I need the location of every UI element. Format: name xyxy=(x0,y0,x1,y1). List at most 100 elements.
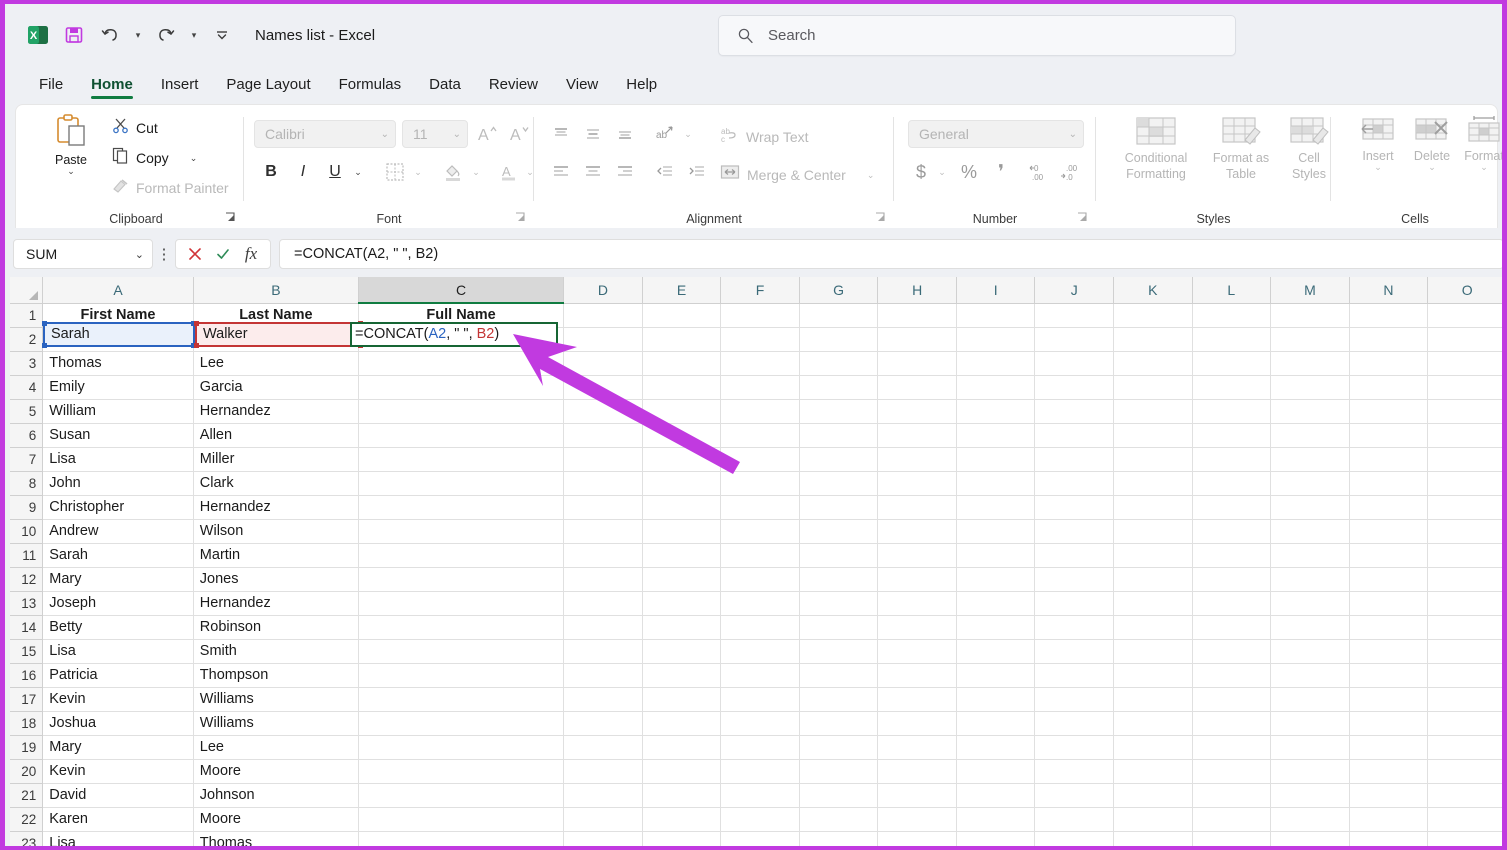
cell-g10[interactable] xyxy=(799,519,879,544)
cell-i22[interactable] xyxy=(956,807,1036,832)
cell-h11[interactable] xyxy=(877,543,957,568)
cell-o11[interactable] xyxy=(1427,543,1502,568)
cell-k1[interactable] xyxy=(1113,303,1193,328)
cell-j15[interactable] xyxy=(1034,639,1114,664)
cell-h20[interactable] xyxy=(877,759,957,784)
cell-o7[interactable] xyxy=(1427,447,1502,472)
cell-o16[interactable] xyxy=(1427,663,1502,688)
cell-f2[interactable] xyxy=(720,327,800,352)
cell-a21[interactable]: David xyxy=(42,783,194,808)
cell-o20[interactable] xyxy=(1427,759,1502,784)
cell-b21[interactable]: Johnson xyxy=(193,783,359,808)
cell-o12[interactable] xyxy=(1427,567,1502,592)
cell-d7[interactable] xyxy=(563,447,643,472)
cell-c13[interactable] xyxy=(358,591,565,616)
cell-i6[interactable] xyxy=(956,423,1036,448)
cell-a17[interactable]: Kevin xyxy=(42,687,194,712)
cell-a15[interactable]: Lisa xyxy=(42,639,194,664)
cell-h12[interactable] xyxy=(877,567,957,592)
cell-f11[interactable] xyxy=(720,543,800,568)
cell-e17[interactable] xyxy=(642,687,722,712)
cell-d5[interactable] xyxy=(563,399,643,424)
cell-j6[interactable] xyxy=(1034,423,1114,448)
cell-d6[interactable] xyxy=(563,423,643,448)
cell-c21[interactable] xyxy=(358,783,565,808)
cell-b11[interactable]: Martin xyxy=(193,543,359,568)
row-header-20[interactable]: 20 xyxy=(10,759,44,784)
cell-e21[interactable] xyxy=(642,783,722,808)
cell-i19[interactable] xyxy=(956,735,1036,760)
cell-n2[interactable] xyxy=(1349,327,1429,352)
cell-l23[interactable] xyxy=(1192,831,1272,846)
cell-d18[interactable] xyxy=(563,711,643,736)
cell-k14[interactable] xyxy=(1113,615,1193,640)
row-header-8[interactable]: 8 xyxy=(10,471,44,496)
cell-o10[interactable] xyxy=(1427,519,1502,544)
cell-c20[interactable] xyxy=(358,759,565,784)
cell-g19[interactable] xyxy=(799,735,879,760)
cell-l1[interactable] xyxy=(1192,303,1272,328)
cell-k20[interactable] xyxy=(1113,759,1193,784)
font-name-chevron-down-icon[interactable]: ⌄ xyxy=(381,129,389,140)
cell-j16[interactable] xyxy=(1034,663,1114,688)
row-header-12[interactable]: 12 xyxy=(10,567,44,592)
number-dialog-launcher[interactable] xyxy=(1076,211,1090,225)
cell-k18[interactable] xyxy=(1113,711,1193,736)
orientation-dropdown-icon[interactable]: ⌄ xyxy=(680,125,696,143)
tab-formulas[interactable]: Formulas xyxy=(327,72,414,99)
cell-a16[interactable]: Patricia xyxy=(42,663,194,688)
cell-l19[interactable] xyxy=(1192,735,1272,760)
cell-i17[interactable] xyxy=(956,687,1036,712)
row-header-3[interactable]: 3 xyxy=(10,351,44,376)
column-header-b[interactable]: B xyxy=(193,277,359,304)
cell-d4[interactable] xyxy=(563,375,643,400)
cell-n6[interactable] xyxy=(1349,423,1429,448)
cell-d16[interactable] xyxy=(563,663,643,688)
cell-m11[interactable] xyxy=(1270,543,1350,568)
currency-dropdown-icon[interactable]: ⌄ xyxy=(934,163,950,181)
cell-a10[interactable]: Andrew xyxy=(42,519,194,544)
row-header-2[interactable]: 2 xyxy=(10,327,44,352)
cell-n16[interactable] xyxy=(1349,663,1429,688)
row-header-1[interactable]: 1 xyxy=(10,303,44,328)
cell-e18[interactable] xyxy=(642,711,722,736)
cell-g8[interactable] xyxy=(799,471,879,496)
cell-k11[interactable] xyxy=(1113,543,1193,568)
row-header-16[interactable]: 16 xyxy=(10,663,44,688)
cell-i2[interactable] xyxy=(956,327,1036,352)
cell-b8[interactable]: Clark xyxy=(193,471,359,496)
cell-n5[interactable] xyxy=(1349,399,1429,424)
cell-g4[interactable] xyxy=(799,375,879,400)
cell-g16[interactable] xyxy=(799,663,879,688)
cell-c3[interactable] xyxy=(358,351,565,376)
cell-j2[interactable] xyxy=(1034,327,1114,352)
cell-i16[interactable] xyxy=(956,663,1036,688)
cell-a18[interactable]: Joshua xyxy=(42,711,194,736)
row-header-22[interactable]: 22 xyxy=(10,807,44,832)
cell-m6[interactable] xyxy=(1270,423,1350,448)
cell-d15[interactable] xyxy=(563,639,643,664)
cell-n14[interactable] xyxy=(1349,615,1429,640)
cell-e2[interactable] xyxy=(642,327,722,352)
cell-e16[interactable] xyxy=(642,663,722,688)
cell-b3[interactable]: Lee xyxy=(193,351,359,376)
currency-format-button[interactable]: $ xyxy=(908,159,934,185)
bold-button[interactable]: B xyxy=(258,159,284,185)
font-size-chevron-down-icon[interactable]: ⌄ xyxy=(453,129,461,140)
cell-l13[interactable] xyxy=(1192,591,1272,616)
cell-g23[interactable] xyxy=(799,831,879,846)
cell-k19[interactable] xyxy=(1113,735,1193,760)
cell-i5[interactable] xyxy=(956,399,1036,424)
cell-e5[interactable] xyxy=(642,399,722,424)
borders-dropdown-icon[interactable]: ⌄ xyxy=(410,163,426,181)
borders-button[interactable] xyxy=(382,159,408,185)
tab-help[interactable]: Help xyxy=(614,72,669,99)
cell-m21[interactable] xyxy=(1270,783,1350,808)
cell-j9[interactable] xyxy=(1034,495,1114,520)
cell-d20[interactable] xyxy=(563,759,643,784)
cell-b17[interactable]: Williams xyxy=(193,687,359,712)
cell-j21[interactable] xyxy=(1034,783,1114,808)
cell-i20[interactable] xyxy=(956,759,1036,784)
cell-n23[interactable] xyxy=(1349,831,1429,846)
cell-h17[interactable] xyxy=(877,687,957,712)
